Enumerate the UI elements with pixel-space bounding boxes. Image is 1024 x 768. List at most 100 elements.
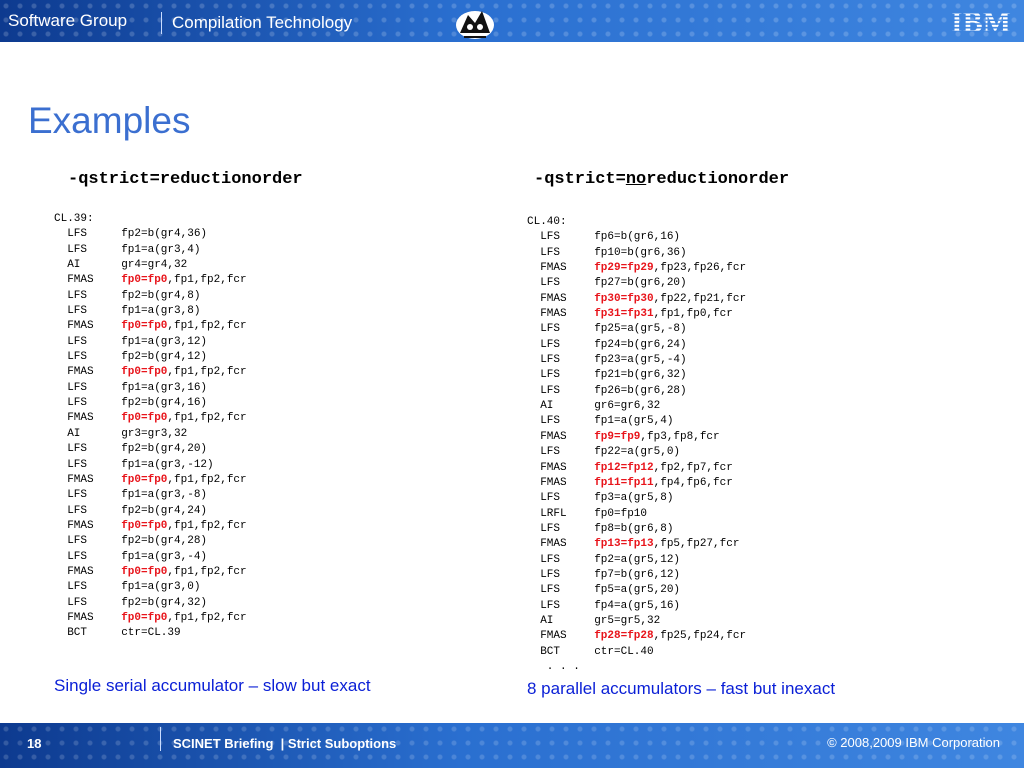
- code-opcode: LFS: [67, 289, 88, 302]
- accumulator-highlight: fp31=fp31: [594, 308, 654, 321]
- code-operands-rest: ,fp22,fp21,fcr: [653, 292, 747, 305]
- code-operands-rest: ,fp4,fp6,fcr: [653, 476, 733, 489]
- code-opcode: LFS: [67, 535, 88, 548]
- header-bar: [0, 0, 1024, 42]
- code-opcode: FMAS: [67, 412, 94, 425]
- code-opcode: LFS: [67, 489, 88, 502]
- code-opcode: AI: [67, 427, 81, 440]
- code-opcode: LFS: [540, 584, 561, 597]
- code-label: CL.40:: [527, 216, 567, 228]
- code-operands: fp2=b(gr4,8): [121, 289, 201, 302]
- code-opcode: LFS: [67, 504, 88, 517]
- code-operands: fp21=b(gr6,32): [594, 369, 687, 382]
- code-operands: fp6=b(gr6,16): [594, 231, 681, 244]
- code-operands: fp0=fp10: [594, 507, 648, 520]
- code-line: FMAS fp0=fp0,fp1,fp2,fcr: [54, 519, 246, 534]
- code-operands: fp5=a(gr5,20): [594, 584, 681, 597]
- code-line: LFS fp10=b(gr6,36): [527, 246, 746, 261]
- code-operands: fp2=b(gr4,16): [121, 397, 208, 410]
- code-opcode: AI: [540, 400, 554, 413]
- accumulator-highlight: fp0=fp0: [121, 611, 168, 624]
- code-line: LFS fp26=b(gr6,28): [527, 384, 746, 399]
- code-opcode: LFS: [67, 596, 88, 609]
- code-line: LFS fp6=b(gr6,16): [527, 230, 746, 245]
- code-opcode: FMAS: [67, 565, 94, 578]
- code-line: LFS fp22=a(gr5,0): [527, 445, 746, 460]
- code-opcode: FMAS: [67, 473, 94, 486]
- code-operands: fp23=a(gr5,-4): [594, 354, 687, 367]
- code-operands: gr5=gr5,32: [594, 614, 661, 627]
- accumulator-highlight: fp13=fp13: [594, 538, 654, 551]
- code-operands: fp0=fp0,fp1,fp2,fcr: [121, 274, 246, 286]
- code-opcode: LFS: [540, 384, 561, 397]
- code-line: LFS fp8=b(gr6,8): [527, 522, 746, 537]
- accumulator-highlight: fp0=fp0: [121, 366, 168, 379]
- code-operands: fp0=fp0,fp1,fp2,fcr: [121, 412, 246, 424]
- right-code-listing: CL.40: LFS fp6=b(gr6,16) LFS fp10=b(gr6,36…: [527, 215, 746, 675]
- code-opcode: LRFL: [540, 507, 567, 520]
- slide-title: Examples: [28, 100, 191, 141]
- code-line: LFS fp2=b(gr4,20): [54, 442, 247, 457]
- code-line: FMAS fp28=fp28,fp25,fp24,fcr: [527, 629, 746, 644]
- code-line: LFS fp3=a(gr5,8): [527, 491, 746, 506]
- code-operands-rest: ,fp1,fp2,fcr: [167, 320, 247, 333]
- code-opcode: FMAS: [540, 262, 567, 275]
- footer-separator: |: [280, 736, 285, 751]
- code-operands: fp1=a(gr5,4): [594, 415, 674, 428]
- accumulator-highlight: fp28=fp28: [594, 630, 654, 643]
- code-operands-rest: ,fp1,fp0,fcr: [653, 308, 733, 321]
- code-line: AI gr3=gr3,32: [54, 427, 247, 442]
- code-operands: fp4=a(gr5,16): [594, 599, 681, 612]
- code-line: FMAS fp13=fp13,fp5,fp27,fcr: [527, 537, 746, 552]
- accumulator-highlight: fp29=fp29: [594, 262, 654, 275]
- code-line: AI gr4=gr4,32: [54, 258, 247, 273]
- code-line: LFS fp21=b(gr6,32): [527, 368, 746, 383]
- code-operands: fp2=a(gr5,12): [594, 553, 681, 566]
- code-line: FMAS fp0=fp0,fp1,fp2,fcr: [54, 411, 246, 426]
- accumulator-highlight: fp9=fp9: [594, 430, 641, 443]
- code-line: LFS fp27=b(gr6,20): [527, 276, 746, 291]
- accumulator-highlight: fp0=fp0: [121, 519, 168, 532]
- code-opcode: FMAS: [67, 274, 94, 287]
- code-opcode: FMAS: [540, 308, 567, 321]
- code-line: BCT ctr=CL.40: [527, 645, 746, 660]
- code-line: LFS fp2=b(gr4,8): [54, 289, 247, 304]
- code-label: CL.39:: [54, 213, 94, 225]
- code-operands-rest: ,fp1,fp2,fcr: [167, 519, 247, 532]
- code-operands-rest: ,fp1,fp2,fcr: [167, 473, 247, 486]
- code-operands-rest: ,fp2,fp7,fcr: [653, 461, 733, 474]
- accumulator-highlight: fp0=fp0: [121, 473, 168, 486]
- code-operands: fp0=fp0,fp1,fp2,fcr: [121, 474, 246, 486]
- code-line: FMAS fp0=fp0,fp1,fp2,fcr: [54, 565, 246, 580]
- code-operands: fp2=b(gr4,36): [121, 228, 208, 241]
- code-operands: fp9=fp9,fp3,fp8,fcr: [594, 431, 719, 443]
- code-opcode: LFS: [67, 458, 88, 471]
- code-opcode: FMAS: [67, 320, 94, 333]
- code-line: LFS fp1=a(gr5,4): [527, 414, 746, 429]
- code-operands: fp10=b(gr6,36): [594, 246, 687, 259]
- code-opcode: LFS: [540, 522, 561, 535]
- code-operands-rest: ,fp1,fp2,fcr: [167, 412, 247, 425]
- code-line: FMAS fp0=fp0,fp1,fp2,fcr: [54, 365, 246, 380]
- code-operands: fp0=fp0,fp1,fp2,fcr: [121, 520, 246, 532]
- code-operands: fp2=b(gr4,12): [121, 351, 208, 364]
- code-opcode: LFS: [540, 338, 561, 351]
- footer-course: SCINET Briefing | Strict Suboptions: [173, 736, 396, 751]
- code-opcode: LFS: [540, 492, 561, 505]
- code-line: CL.39:: [54, 212, 247, 227]
- code-opcode: BCT: [540, 645, 561, 658]
- code-operands: fp11=fp11,fp4,fp6,fcr: [594, 477, 733, 489]
- copyright: © 2008,2009 IBM Corporation: [827, 735, 1000, 750]
- footer-topic: Strict Suboptions: [287, 736, 397, 751]
- code-opcode: LFS: [540, 277, 561, 290]
- code-operands: fp12=fp12,fp2,fp7,fcr: [594, 462, 733, 474]
- accumulator-highlight: fp30=fp30: [594, 292, 654, 305]
- code-operands: fp0=fp0,fp1,fp2,fcr: [121, 566, 246, 578]
- header-pattern: [0, 0, 1024, 42]
- code-operands: fp22=a(gr5,0): [594, 446, 681, 459]
- code-operands: fp0=fp0,fp1,fp2,fcr: [121, 612, 246, 624]
- code-line: LFS fp1=a(gr3,0): [54, 580, 247, 595]
- code-operands: ctr=CL.40: [594, 645, 654, 658]
- ibm-logo-icon: IBM: [951, 6, 1011, 36]
- code-operands: fp1=a(gr3,4): [121, 243, 201, 256]
